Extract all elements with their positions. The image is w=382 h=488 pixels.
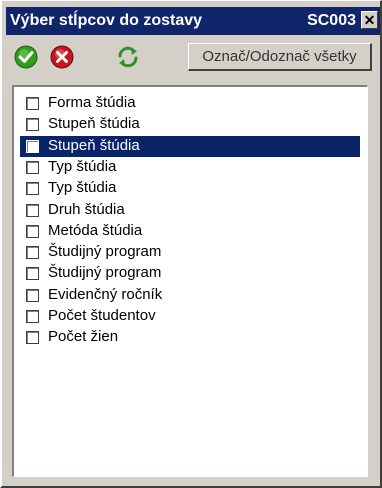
- window-title: Výber stĺpcov do zostavy: [10, 12, 203, 29]
- column-list-item[interactable]: Počet študentov: [20, 306, 360, 327]
- confirm-button[interactable]: [14, 45, 38, 69]
- cancel-button[interactable]: [50, 45, 74, 69]
- column-checkbox[interactable]: [26, 203, 39, 217]
- column-label: Druh štúdia: [48, 200, 125, 218]
- column-list-item[interactable]: Evidenčný ročník: [20, 285, 360, 306]
- column-label: Forma štúdia: [48, 94, 136, 111]
- column-checkbox[interactable]: [26, 267, 39, 281]
- column-list-item[interactable]: Typ štúdia: [20, 178, 360, 199]
- column-checkbox[interactable]: [26, 288, 39, 302]
- column-checkbox[interactable]: [26, 139, 39, 153]
- column-label: Študijný program: [48, 264, 162, 282]
- toolbar: Označ/Odoznač všetky: [6, 37, 380, 77]
- column-checkbox[interactable]: [26, 160, 39, 174]
- column-checkbox[interactable]: [26, 224, 39, 238]
- column-list-item[interactable]: Stupeň štúdia: [20, 135, 360, 157]
- column-selection-window: Výber stĺpcov do zostavy SC003 ✕ Označ/O…: [0, 0, 382, 488]
- column-label: Stupeň štúdia: [48, 115, 140, 133]
- mark-all-button[interactable]: Označ/Odoznač všetky: [188, 43, 372, 71]
- column-label: Metóda štúdia: [48, 221, 143, 239]
- column-checkbox[interactable]: [26, 246, 39, 260]
- column-list-item[interactable]: Počet žien: [20, 327, 360, 348]
- column-list[interactable]: Forma štúdia Stupeň štúdia Stupeň štúdia Ty…: [12, 85, 368, 477]
- column-label: Stupeň štúdia: [48, 136, 140, 154]
- column-list-item[interactable]: Stupeň štúdia: [20, 114, 360, 135]
- column-label: Typ štúdia: [48, 179, 117, 197]
- column-checkbox[interactable]: [26, 118, 39, 132]
- close-icon: ✕: [363, 12, 376, 28]
- column-label: Študijný program: [48, 243, 162, 261]
- column-label: Evidenčný ročník: [48, 285, 163, 303]
- column-label: Typ štúdia: [48, 157, 117, 175]
- column-checkbox[interactable]: [26, 310, 39, 323]
- column-checkbox[interactable]: [26, 331, 39, 345]
- column-list-item[interactable]: Študijný program: [20, 242, 360, 263]
- column-list-item[interactable]: Druh štúdia: [20, 200, 360, 221]
- column-list-item[interactable]: Metóda štúdia: [20, 221, 360, 242]
- column-label: Počet študentov: [48, 307, 156, 324]
- close-button[interactable]: ✕: [361, 11, 378, 29]
- column-list-item[interactable]: Študijný program: [20, 263, 360, 284]
- column-checkbox[interactable]: [26, 182, 39, 196]
- column-list-item[interactable]: Forma štúdia: [20, 93, 360, 114]
- window-code: SC003: [307, 12, 356, 29]
- column-list-item[interactable]: Typ štúdia: [20, 157, 360, 178]
- refresh-button[interactable]: [116, 45, 140, 69]
- title-bar[interactable]: Výber stĺpcov do zostavy SC003 ✕: [6, 7, 380, 35]
- column-checkbox[interactable]: [26, 97, 39, 110]
- column-label: Počet žien: [48, 328, 119, 346]
